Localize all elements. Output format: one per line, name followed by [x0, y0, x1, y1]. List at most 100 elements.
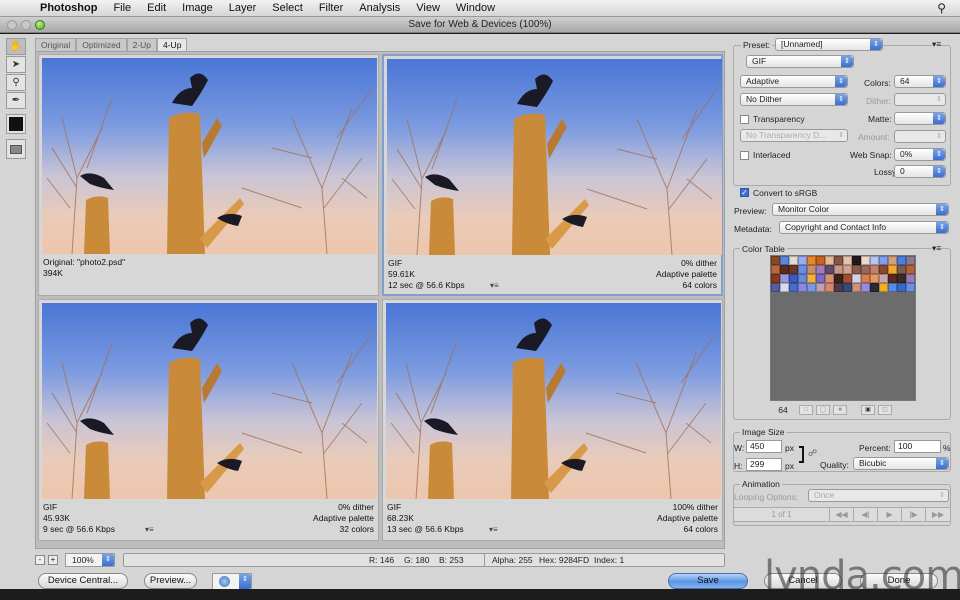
color-table-grid[interactable]: [771, 256, 915, 292]
delete-color-icon[interactable]: ◫: [878, 405, 892, 415]
color-swatch[interactable]: [771, 256, 780, 265]
color-swatch[interactable]: [897, 274, 906, 283]
zoom-tool-icon[interactable]: ⚲: [6, 74, 26, 91]
color-swatch[interactable]: [780, 283, 789, 292]
color-swatch[interactable]: [906, 265, 915, 274]
color-swatch[interactable]: [807, 274, 816, 283]
minimize-button[interactable]: [21, 20, 31, 30]
color-swatch[interactable]: [906, 274, 915, 283]
websnap-field[interactable]: 0% ⇕: [894, 148, 946, 161]
preview-image[interactable]: [386, 303, 721, 499]
color-table-menu-icon[interactable]: ▾≡: [932, 243, 942, 254]
color-swatch[interactable]: [789, 256, 798, 265]
preview-pane-optimized-1[interactable]: GIF 59.61K 12 sec @ 56.6 Kbps ▾≡ 0% dither A…: [382, 54, 723, 296]
menu-image[interactable]: Image: [174, 2, 221, 14]
color-swatch[interactable]: [798, 283, 807, 292]
colors-field[interactable]: 64 ⇕: [894, 75, 946, 88]
quality-select[interactable]: Bicubic ⇕: [853, 457, 949, 470]
lock-color-icon[interactable]: ■: [833, 405, 847, 415]
color-swatch[interactable]: [816, 265, 825, 274]
download-speed-menu-icon[interactable]: ▾≡: [145, 524, 154, 535]
preview-pane-optimized-3[interactable]: GIF 68.23K 13 sec @ 56.6 Kbps ▾≡ 100% dithe…: [382, 299, 723, 541]
preset-select[interactable]: [Unnamed] ⇕: [775, 38, 883, 51]
color-swatch[interactable]: [897, 283, 906, 292]
color-swatch[interactable]: [789, 265, 798, 274]
tab-2-up[interactable]: 2-Up: [126, 38, 157, 51]
hand-tool-icon[interactable]: ✋: [6, 38, 26, 55]
eyedropper-tool-icon[interactable]: ✒: [6, 92, 26, 109]
zoom-out-button[interactable]: -: [35, 555, 45, 565]
toggle-slices-visibility-icon[interactable]: [6, 139, 26, 159]
eyedropper-color-swatch[interactable]: [6, 114, 26, 134]
color-swatch[interactable]: [834, 274, 843, 283]
dither-algorithm-select[interactable]: No Dither ⇕: [740, 93, 848, 106]
color-swatch[interactable]: [897, 256, 906, 265]
color-swatch[interactable]: [870, 283, 879, 292]
color-swatch[interactable]: [861, 256, 870, 265]
color-swatch[interactable]: [879, 274, 888, 283]
color-swatch[interactable]: [780, 274, 789, 283]
menu-view[interactable]: View: [408, 2, 448, 14]
menu-analysis[interactable]: Analysis: [351, 2, 408, 14]
color-swatch[interactable]: [825, 283, 834, 292]
color-swatch[interactable]: [879, 283, 888, 292]
color-swatch[interactable]: [798, 265, 807, 274]
color-swatch[interactable]: [879, 256, 888, 265]
tab-optimized[interactable]: Optimized: [76, 38, 127, 51]
link-chain-icon[interactable]: ☍: [808, 448, 817, 459]
color-swatch[interactable]: [852, 256, 861, 265]
color-swatch[interactable]: [816, 283, 825, 292]
menu-window[interactable]: Window: [448, 2, 503, 14]
color-swatch[interactable]: [816, 256, 825, 265]
color-swatch[interactable]: [870, 274, 879, 283]
amount-field[interactable]: ⇕: [894, 130, 946, 143]
color-swatch[interactable]: [888, 265, 897, 274]
color-swatch[interactable]: [771, 283, 780, 292]
first-frame-icon[interactable]: ◀◀: [830, 508, 854, 521]
format-select[interactable]: GIF ⇕: [746, 55, 854, 68]
lossy-field[interactable]: 0 ⇕: [894, 165, 946, 178]
color-swatch[interactable]: [843, 283, 852, 292]
color-swatch[interactable]: [852, 274, 861, 283]
preview-image[interactable]: [42, 303, 377, 499]
color-swatch[interactable]: [906, 256, 915, 265]
menu-layer[interactable]: Layer: [221, 2, 265, 14]
color-swatch[interactable]: [843, 274, 852, 283]
color-swatch[interactable]: [789, 274, 798, 283]
menu-filter[interactable]: Filter: [311, 2, 351, 14]
color-swatch[interactable]: [825, 256, 834, 265]
new-color-icon[interactable]: ▣: [861, 405, 875, 415]
close-button[interactable]: [7, 20, 17, 30]
download-speed-menu-icon[interactable]: ▾≡: [489, 524, 498, 535]
color-swatch[interactable]: [843, 256, 852, 265]
optimize-menu-icon[interactable]: ▾≡: [932, 39, 942, 50]
color-swatch[interactable]: [906, 283, 915, 292]
color-swatch[interactable]: [771, 274, 780, 283]
color-swatch[interactable]: [879, 265, 888, 274]
color-swatch[interactable]: [834, 283, 843, 292]
zoom-in-button[interactable]: +: [48, 555, 58, 565]
preview-image[interactable]: [387, 59, 722, 255]
color-swatch[interactable]: [852, 265, 861, 274]
zoom-window-button[interactable]: [35, 20, 45, 30]
menu-file[interactable]: File: [105, 2, 139, 14]
zoom-level-select[interactable]: 100% ⇕: [65, 553, 115, 567]
color-swatch[interactable]: [861, 274, 870, 283]
color-swatch[interactable]: [807, 265, 816, 274]
menu-select[interactable]: Select: [264, 2, 311, 14]
web-shift-icon[interactable]: ◯: [816, 405, 830, 415]
color-swatch[interactable]: [825, 274, 834, 283]
transparency-checkbox[interactable]: [740, 115, 749, 124]
color-swatch[interactable]: [780, 256, 789, 265]
transparency-dither-select[interactable]: No Transparency D... ⇕: [740, 129, 848, 142]
previous-frame-icon[interactable]: ◀|: [854, 508, 878, 521]
color-swatch[interactable]: [798, 256, 807, 265]
color-swatch[interactable]: [825, 265, 834, 274]
map-transparent-icon[interactable]: □: [799, 405, 813, 415]
next-frame-icon[interactable]: |▶: [902, 508, 926, 521]
preview-pane-optimized-2[interactable]: GIF 45.93K 9 sec @ 56.6 Kbps ▾≡ 0% dither Ad…: [38, 299, 379, 541]
looping-select[interactable]: Once ⇕: [808, 489, 949, 502]
preview-pane-original[interactable]: Original: "photo2.psd" 394K: [38, 54, 379, 296]
tab-original[interactable]: Original: [35, 38, 77, 51]
slice-select-tool-icon[interactable]: ➤: [6, 56, 26, 73]
